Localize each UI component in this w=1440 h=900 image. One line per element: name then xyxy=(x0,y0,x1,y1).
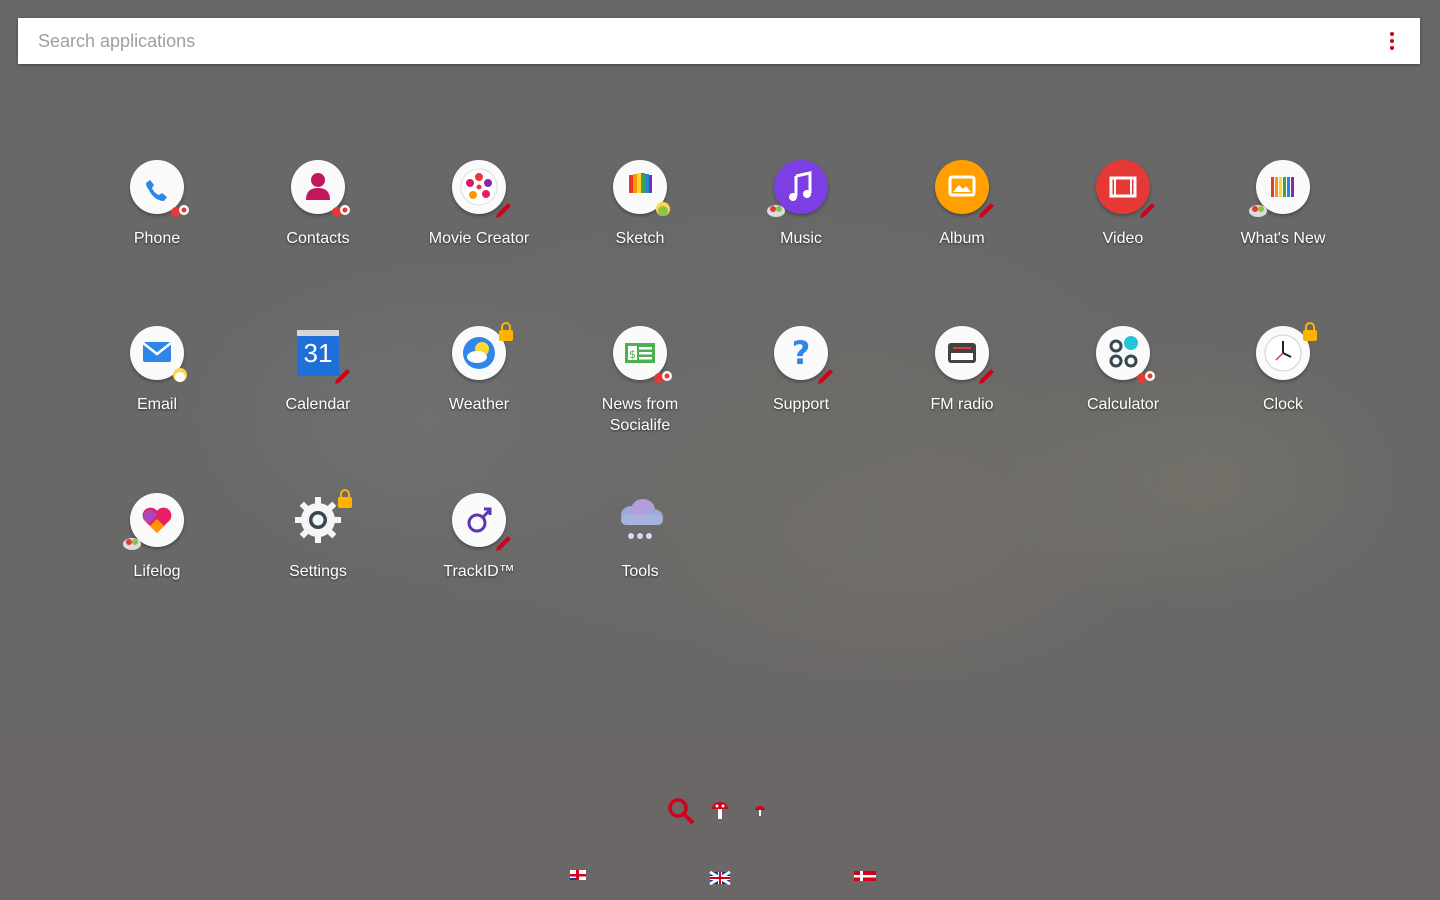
search-icon[interactable] xyxy=(666,796,696,826)
mushroom-icon xyxy=(712,802,728,819)
badge-icon xyxy=(656,202,670,216)
app-phone[interactable]: Phone xyxy=(82,160,232,249)
badge-icon xyxy=(1249,205,1267,217)
app-calendar[interactable]: 31 Calendar xyxy=(243,326,393,415)
app-contacts[interactable]: Contacts xyxy=(243,160,393,249)
badge-icon xyxy=(173,368,187,382)
app-label: News from Socialife xyxy=(601,396,679,434)
app-album[interactable]: Album xyxy=(887,160,1037,249)
app-label: Movie Creator xyxy=(428,230,530,247)
app-label: TrackID™ xyxy=(443,563,515,580)
app-whats-new[interactable]: What's New xyxy=(1208,160,1358,249)
app-label: Tools xyxy=(621,563,659,580)
folder-icon xyxy=(613,493,667,547)
app-label: Calculator xyxy=(1086,396,1160,413)
app-video[interactable]: Video xyxy=(1048,160,1198,249)
app-label: Lifelog xyxy=(133,563,181,580)
pen-badge-icon xyxy=(335,369,350,384)
app-trackid[interactable]: TrackID™ xyxy=(404,493,554,582)
badge-icon xyxy=(767,205,785,217)
app-news-from-socialife[interactable]: $ News from Socialife xyxy=(565,326,715,436)
app-calculator[interactable]: Calculator xyxy=(1048,326,1198,415)
app-lifelog[interactable]: Lifelog xyxy=(82,493,232,582)
app-clock[interactable]: Clock xyxy=(1208,322,1358,415)
app-label: Video xyxy=(1102,230,1144,247)
badge-icon xyxy=(1137,371,1155,383)
flag-icon xyxy=(570,870,586,880)
pen-badge-icon xyxy=(496,536,511,551)
app-fm-radio[interactable]: FM radio xyxy=(887,326,1037,415)
app-label: What's New xyxy=(1240,230,1326,247)
app-label: Album xyxy=(939,230,985,247)
lock-badge-icon xyxy=(1303,322,1317,341)
app-music[interactable]: Music xyxy=(726,160,876,249)
pen-badge-icon xyxy=(496,203,511,218)
app-movie-creator[interactable]: Movie Creator xyxy=(404,160,554,249)
app-label: Sketch xyxy=(615,230,665,247)
app-weather[interactable]: Weather xyxy=(404,322,554,415)
app-label: Weather xyxy=(448,396,510,413)
svg-text:?: ? xyxy=(792,334,811,372)
app-grid: Phone Contacts Movie Creator Sketch Musi… xyxy=(0,0,1440,900)
svg-text:$: $ xyxy=(629,348,636,361)
app-settings[interactable]: Settings xyxy=(243,489,393,582)
pen-badge-icon xyxy=(979,203,994,218)
pen-badge-icon xyxy=(1140,203,1155,218)
lock-badge-icon xyxy=(338,489,352,508)
badge-icon xyxy=(123,538,141,550)
app-label: Clock xyxy=(1262,396,1303,413)
app-email[interactable]: Email xyxy=(82,326,232,415)
badge-icon xyxy=(171,205,189,217)
app-label: Settings xyxy=(289,563,347,580)
app-label: Support xyxy=(772,396,830,413)
badge-icon xyxy=(332,205,350,217)
badge-icon xyxy=(654,371,672,383)
app-label: Contacts xyxy=(286,230,350,247)
app-label: Email xyxy=(136,396,177,413)
flag-icon xyxy=(854,871,876,881)
app-tools[interactable]: Tools xyxy=(565,493,715,582)
flag-icon xyxy=(709,870,731,886)
app-label: FM radio xyxy=(930,396,994,413)
app-label: Phone xyxy=(133,230,181,247)
mushroom-small-icon xyxy=(755,806,765,816)
app-label: Music xyxy=(780,230,822,247)
pen-badge-icon xyxy=(979,369,994,384)
app-support[interactable]: ? Support xyxy=(726,326,876,415)
pen-badge-icon xyxy=(818,369,833,384)
lock-badge-icon xyxy=(499,322,513,341)
app-label: Calendar xyxy=(285,396,351,413)
app-sketch[interactable]: Sketch xyxy=(565,160,715,249)
